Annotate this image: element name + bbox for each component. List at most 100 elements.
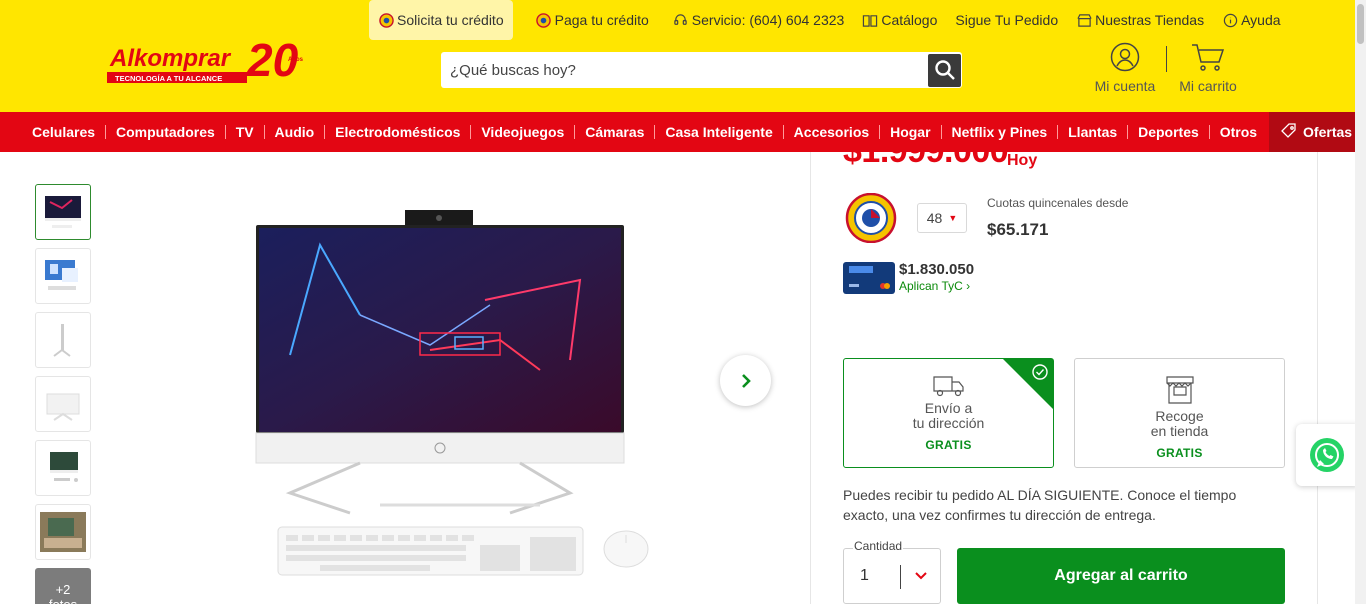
- site-header: Solicita tu crédito Paga tu crédito Serv…: [0, 0, 1366, 112]
- delivery-home-price: GRATIS: [925, 438, 972, 452]
- product-main-image[interactable]: [240, 205, 680, 585]
- nav-item-tv[interactable]: TV: [226, 112, 264, 152]
- thumbnail-image: [50, 452, 78, 482]
- top-link-servicio[interactable]: Servicio: (604) 604 2323: [664, 0, 854, 40]
- thumbnail-1[interactable]: [35, 184, 91, 240]
- delivery-store-price: GRATIS: [1156, 446, 1203, 460]
- top-link-ayuda[interactable]: Ayuda: [1213, 0, 1289, 40]
- delivery-option-home[interactable]: Envío a tu dirección GRATIS: [843, 358, 1054, 468]
- catalog-icon: [862, 12, 878, 28]
- card-price: $1.830.050: [899, 261, 975, 278]
- add-to-cart-button[interactable]: Agregar al carrito: [957, 548, 1285, 604]
- gallery-next-button[interactable]: [720, 355, 771, 406]
- top-link-label: Catálogo: [881, 12, 938, 28]
- card-terms-link[interactable]: Aplican TyC ›: [899, 279, 970, 293]
- delivery-note: Puedes recibir tu pedido AL DÍA SIGUIENT…: [843, 487, 1237, 523]
- logo-anniversary-label: Años: [288, 57, 304, 63]
- top-link-label: Solicita tu crédito: [397, 12, 504, 28]
- delivery-store-line1: Recoge: [1155, 408, 1204, 424]
- thumbnail-4[interactable]: [35, 376, 91, 432]
- info-icon: [1222, 12, 1238, 28]
- top-link-solicita-credito[interactable]: Solicita tu crédito: [369, 0, 513, 40]
- quantity-label: Cantidad: [853, 539, 904, 553]
- cart-link[interactable]: Mi carrito: [1176, 42, 1240, 94]
- truck-icon: [932, 376, 964, 397]
- nav-item-accesorios[interactable]: Accesorios: [784, 112, 879, 152]
- cart-label: Mi carrito: [1179, 78, 1237, 94]
- thumbnail-2[interactable]: [35, 248, 91, 304]
- whatsapp-icon: [1310, 438, 1344, 472]
- chevron-down-icon: ▼: [948, 213, 958, 223]
- thumbnail-more[interactable]: +2 fotos: [35, 568, 91, 604]
- headset-icon: [673, 12, 689, 28]
- nav-item-celulares[interactable]: Celulares: [22, 112, 105, 152]
- top-links: Solicita tu crédito Paga tu crédito Serv…: [369, 0, 1290, 40]
- store-icon: [1165, 376, 1194, 404]
- top-link-catalogo[interactable]: Catálogo: [853, 0, 946, 40]
- search-icon: [934, 60, 955, 80]
- top-link-tiendas[interactable]: Nuestras Tiendas: [1067, 0, 1213, 40]
- user-icon: [1110, 42, 1140, 72]
- installments-label: Cuotas quincenales desde: [987, 196, 1129, 210]
- installments-select[interactable]: 48 ▼: [917, 203, 967, 233]
- check-circle-icon: [1032, 364, 1048, 380]
- scrollbar-thumb[interactable]: [1357, 4, 1364, 44]
- delivery-home-line2: tu dirección: [912, 415, 985, 431]
- thumbnail-image: [45, 196, 81, 228]
- search-input[interactable]: [441, 52, 928, 88]
- category-nav: Celulares Computadores TV Audio Electrod…: [0, 112, 1366, 152]
- installments-amount: $65.171: [987, 220, 1049, 239]
- search-button[interactable]: [928, 53, 961, 87]
- thumbnail-3[interactable]: [35, 312, 91, 368]
- whatsapp-button[interactable]: [1296, 424, 1358, 486]
- logo-brand: Alkomprar: [109, 45, 232, 72]
- store-icon: [1076, 12, 1092, 28]
- nav-item-netflix-pines[interactable]: Netflix y Pines: [941, 112, 1057, 152]
- delivery-option-store[interactable]: Recoge en tienda GRATIS: [1074, 358, 1285, 468]
- account-label: Mi cuenta: [1094, 78, 1156, 94]
- search-bar: [441, 52, 962, 88]
- thumbnail-image: [46, 393, 80, 421]
- thumbnail-6[interactable]: [35, 504, 91, 560]
- top-link-label: Ayuda: [1241, 12, 1281, 28]
- top-link-sigue-pedido[interactable]: Sigue Tu Pedido: [946, 0, 1067, 40]
- quantity-select[interactable]: 1: [843, 548, 941, 604]
- nav-item-casa-inteligente[interactable]: Casa Inteligente: [655, 112, 782, 152]
- all-in-one-pc-image: [255, 210, 649, 576]
- quantity-value: 1: [860, 567, 869, 584]
- cart-icon: [1192, 44, 1225, 71]
- account-link[interactable]: Mi cuenta: [1094, 42, 1156, 94]
- tag-icon: [1281, 122, 1297, 142]
- chevron-right-icon: [741, 373, 751, 388]
- thumbnail-list: +2 fotos: [35, 184, 91, 604]
- kredito-icon: [536, 12, 552, 28]
- nav-item-audio[interactable]: Audio: [265, 112, 325, 152]
- nav-item-hogar[interactable]: Hogar: [880, 112, 940, 152]
- nav-item-computadores[interactable]: Computadores: [106, 112, 225, 152]
- chevron-down-icon: [915, 572, 927, 580]
- top-link-label: Nuestras Tiendas: [1095, 12, 1205, 28]
- header-divider: [1166, 46, 1167, 72]
- top-link-label: Servicio: (604) 604 2323: [691, 12, 845, 28]
- installments-value: 48: [926, 210, 943, 226]
- top-link-paga-credito[interactable]: Paga tu crédito: [527, 0, 658, 40]
- alkomprar-logo[interactable]: Alkomprar TECNOLOGÍA A TU ALCANCE 20 Año…: [107, 30, 322, 86]
- nav-item-camaras[interactable]: Cámaras: [575, 112, 654, 152]
- nav-item-ofertas[interactable]: Ofertas: [1269, 112, 1366, 152]
- chevron-right-icon: ›: [966, 279, 971, 293]
- kredito-icon: [378, 12, 394, 28]
- logo-tagline: TECNOLOGÍA A TU ALCANCE: [115, 74, 222, 83]
- more-count: +2: [55, 582, 71, 597]
- nav-item-llantas[interactable]: Llantas: [1058, 112, 1127, 152]
- kredito-badge: [845, 192, 897, 244]
- nav-item-deportes[interactable]: Deportes: [1128, 112, 1209, 152]
- nav-item-otros[interactable]: Otros: [1210, 112, 1267, 152]
- thumbnail-5[interactable]: [35, 440, 91, 496]
- page: Solicita tu crédito Paga tu crédito Serv…: [0, 0, 1366, 604]
- page-scrollbar[interactable]: [1355, 0, 1366, 604]
- credit-card-image: [843, 262, 895, 294]
- top-link-label: Paga tu crédito: [554, 12, 649, 28]
- top-link-label: Sigue Tu Pedido: [955, 12, 1059, 28]
- nav-item-electrodomesticos[interactable]: Electrodomésticos: [325, 112, 470, 152]
- nav-item-videojuegos[interactable]: Videojuegos: [471, 112, 574, 152]
